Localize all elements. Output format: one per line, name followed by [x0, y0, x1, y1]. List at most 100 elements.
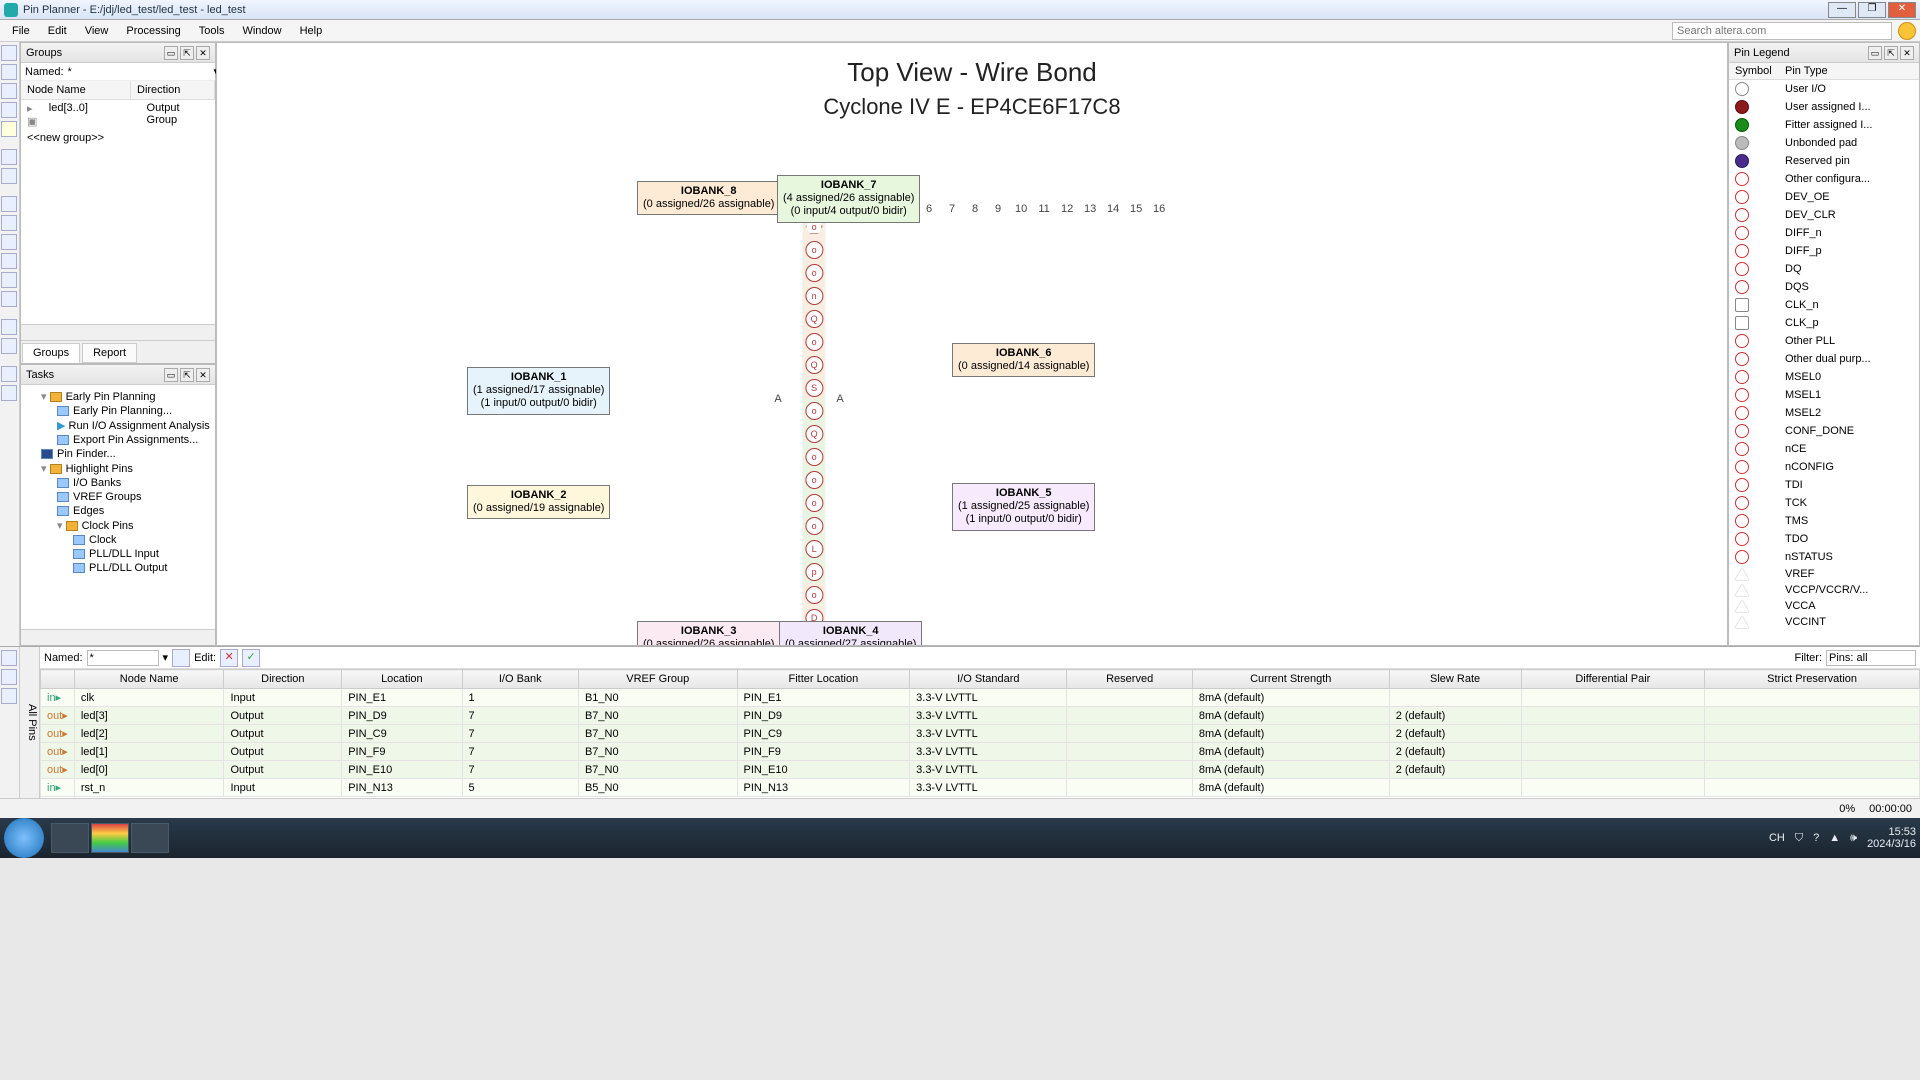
col-header[interactable]: Reserved [1067, 670, 1192, 689]
scrollbar[interactable] [21, 629, 215, 645]
task-node[interactable]: ▾ Highlight Pins [23, 461, 213, 476]
edit-cancel-icon[interactable]: ✕ [220, 649, 238, 667]
scrollbar[interactable] [21, 324, 215, 340]
menu-file[interactable]: File [4, 23, 38, 39]
task-node[interactable]: ▶ Run I/O Assignment Analysis [23, 418, 213, 433]
tool-icon[interactable] [1, 650, 17, 666]
tool-icon[interactable] [1, 64, 17, 80]
minimize-button[interactable]: — [1828, 2, 1856, 18]
filter-input[interactable] [1826, 650, 1916, 666]
panel-btn-icon[interactable]: ⇱ [180, 46, 194, 60]
pin-cell[interactable]: o [803, 514, 826, 537]
tray-time[interactable]: 15:53 [1867, 826, 1916, 838]
pin-cell[interactable]: o [803, 330, 826, 353]
col-header[interactable]: Current Strength [1192, 670, 1389, 689]
panel-btn-icon[interactable]: ⇱ [180, 368, 194, 382]
pin-row[interactable]: out▸led[0]OutputPIN_E107B7_N0PIN_E103.3-… [41, 761, 1920, 779]
tool-icon[interactable] [1, 319, 17, 335]
col-header[interactable]: Direction [224, 670, 342, 689]
pin-cell[interactable]: o [803, 583, 826, 606]
menu-tools[interactable]: Tools [191, 23, 233, 39]
pin-row[interactable]: out▸led[1]OutputPIN_F97B7_N0PIN_F93.3-V … [41, 743, 1920, 761]
col-header[interactable]: VREF Group [578, 670, 737, 689]
tool-icon[interactable] [1, 291, 17, 307]
col-header[interactable]: Strict Preservation [1705, 670, 1920, 689]
task-node[interactable]: VREF Groups [23, 490, 213, 504]
col-header[interactable]: Node Name [74, 670, 224, 689]
menu-window[interactable]: Window [234, 23, 289, 39]
tab-groups[interactable]: Groups [22, 343, 80, 363]
panel-close-icon[interactable]: ✕ [1900, 46, 1914, 60]
task-node[interactable]: I/O Banks [23, 476, 213, 490]
close-button[interactable]: ✕ [1888, 2, 1916, 18]
chip-view[interactable]: Top View - Wire Bond Cyclone IV E - EP4C… [216, 42, 1728, 646]
tray-icon[interactable]: ⛉ [1795, 832, 1803, 845]
help-icon[interactable] [1898, 22, 1916, 40]
groups-named-input[interactable] [68, 66, 210, 78]
col-node-name[interactable]: Node Name [21, 81, 131, 99]
menu-view[interactable]: View [77, 23, 117, 39]
edit-ok-icon[interactable]: ✓ [242, 649, 260, 667]
pin-row[interactable]: in▸rst_nInputPIN_N135B5_N0PIN_N133.3-V L… [41, 779, 1920, 797]
taskbar-explorer-icon[interactable] [51, 823, 89, 853]
pin-cell[interactable]: o [803, 445, 826, 468]
start-button[interactable] [4, 818, 44, 858]
col-header[interactable]: Fitter Location [737, 670, 910, 689]
pin-cell[interactable]: Q [803, 307, 826, 330]
maximize-button[interactable]: ❐ [1858, 2, 1886, 18]
panel-close-icon[interactable]: ✕ [196, 368, 210, 382]
task-node[interactable]: Early Pin Planning... [23, 404, 213, 418]
panel-btn-icon[interactable]: ▭ [1868, 46, 1882, 60]
tool-icon[interactable] [1, 121, 17, 137]
task-node[interactable]: Export Pin Assignments... [23, 433, 213, 447]
pin-cell[interactable]: o [803, 399, 826, 422]
panel-close-icon[interactable]: ✕ [196, 46, 210, 60]
tool-icon[interactable] [1, 83, 17, 99]
col-header[interactable]: Slew Rate [1389, 670, 1521, 689]
pin-cell[interactable]: Q [803, 353, 826, 376]
pin-row[interactable]: in▸clkInputPIN_E11B1_N0PIN_E13.3-V LVTTL… [41, 689, 1920, 707]
task-node[interactable]: PLL/DLL Input [23, 547, 213, 561]
task-node[interactable]: PLL/DLL Output [23, 561, 213, 575]
menu-edit[interactable]: Edit [40, 23, 75, 39]
task-node[interactable]: ▾ Early Pin Planning [23, 389, 213, 404]
taskbar-app-icon[interactable] [131, 823, 169, 853]
col-header[interactable]: I/O Standard [910, 670, 1067, 689]
tool-icon[interactable] [1, 338, 17, 354]
tray-icon[interactable]: ? [1813, 832, 1819, 844]
col-header[interactable]: Differential Pair [1521, 670, 1705, 689]
pin-cell[interactable]: o [803, 238, 826, 261]
tool-icon[interactable] [1, 253, 17, 269]
search-input[interactable] [1672, 22, 1892, 40]
tool-icon[interactable] [1, 366, 17, 382]
pin-cell[interactable]: o [803, 261, 826, 284]
tool-icon[interactable] [1, 45, 17, 61]
pin-row[interactable]: out▸led[3]OutputPIN_D97B7_N0PIN_D93.3-V … [41, 707, 1920, 725]
new-node-row[interactable]: <> [41, 797, 1920, 799]
panel-btn-icon[interactable]: ▭ [164, 368, 178, 382]
tool-icon[interactable] [1, 669, 17, 685]
new-group-row[interactable]: <<new group>> [21, 130, 215, 146]
tool-icon[interactable] [1, 102, 17, 118]
menu-help[interactable]: Help [292, 23, 331, 39]
task-node[interactable]: Clock [23, 533, 213, 547]
task-node[interactable]: Edges [23, 504, 213, 518]
pin-cell[interactable]: o [803, 468, 826, 491]
panel-btn-icon[interactable]: ⇱ [1884, 46, 1898, 60]
tray-icon[interactable]: 🕪 [1850, 832, 1857, 845]
col-header[interactable]: I/O Bank [462, 670, 578, 689]
col-direction[interactable]: Direction [131, 81, 215, 99]
group-row[interactable]: ▸ ▣led[3..0]Output Group [21, 100, 215, 130]
tool-icon[interactable] [1, 272, 17, 288]
pin-cell[interactable]: p [803, 560, 826, 583]
all-pins-tab[interactable]: All Pins [20, 647, 40, 798]
tray-icon[interactable]: ▲ [1829, 832, 1840, 844]
pin-cell[interactable]: S [803, 376, 826, 399]
col-header[interactable]: Location [342, 670, 462, 689]
task-node[interactable]: Pin Finder... [23, 447, 213, 461]
pin-cell[interactable]: L [803, 537, 826, 560]
pin-cell[interactable]: o [803, 491, 826, 514]
tool-icon[interactable] [1, 196, 17, 212]
taskbar-chrome-icon[interactable] [91, 823, 129, 853]
pin-row[interactable]: out▸led[2]OutputPIN_C97B7_N0PIN_C93.3-V … [41, 725, 1920, 743]
